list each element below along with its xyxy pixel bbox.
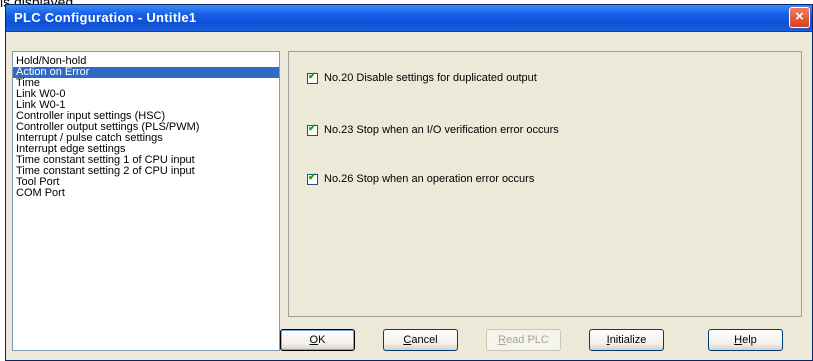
close-button[interactable]: × bbox=[789, 7, 810, 28]
read-plc-mnemonic: R bbox=[498, 334, 507, 346]
window-title: PLC Configuration - Untitle1 bbox=[14, 10, 197, 25]
checkmark-icon: ✔ bbox=[308, 171, 317, 183]
cancel-button[interactable]: Cancel bbox=[383, 329, 458, 351]
help-label-rest: elp bbox=[742, 334, 757, 346]
option-no20-label: No.20 Disable settings for duplicated ou… bbox=[324, 72, 537, 84]
cancel-label-rest: ancel bbox=[411, 334, 438, 346]
option-no20-checkbox[interactable]: ✔ No.20 Disable settings for duplicated … bbox=[307, 70, 537, 84]
checkbox-box[interactable]: ✔ bbox=[307, 70, 318, 84]
help-mnemonic: H bbox=[734, 334, 743, 346]
ok-button[interactable]: OK bbox=[280, 329, 355, 351]
initialize-button[interactable]: Initialize bbox=[589, 329, 664, 351]
close-icon: × bbox=[795, 8, 804, 25]
option-no23-checkbox[interactable]: ✔ No.23 Stop when an I/O verification er… bbox=[307, 122, 559, 136]
checkmark-icon: ✔ bbox=[308, 122, 317, 134]
settings-category-list[interactable]: Hold/Non-hold Action on Error Time Link W0-… bbox=[12, 51, 280, 351]
checkbox-box[interactable]: ✔ bbox=[307, 171, 318, 185]
option-no26-label: No.26 Stop when an operation error occur… bbox=[324, 173, 535, 185]
plc-configuration-dialog: PLC Configuration - Untitle1 × Hold/Non-… bbox=[5, 4, 813, 361]
ok-mnemonic: O bbox=[309, 334, 319, 346]
help-button[interactable]: Help bbox=[708, 329, 783, 351]
read-plc-label-rest: ead PLC bbox=[506, 334, 549, 346]
initialize-label-rest: nitialize bbox=[609, 334, 647, 346]
option-no23-label: No.23 Stop when an I/O verification erro… bbox=[324, 124, 559, 136]
title-bar[interactable]: PLC Configuration - Untitle1 × bbox=[6, 5, 812, 32]
option-no26-checkbox[interactable]: ✔ No.26 Stop when an operation error occ… bbox=[307, 171, 535, 185]
list-item[interactable]: Action on Error bbox=[13, 67, 279, 78]
read-plc-button[interactable]: Read PLC bbox=[486, 329, 561, 351]
list-item[interactable]: COM Port bbox=[13, 188, 279, 199]
checkbox-box[interactable]: ✔ bbox=[307, 122, 318, 136]
ok-label-rest: K bbox=[318, 334, 326, 346]
checkmark-icon: ✔ bbox=[308, 70, 317, 82]
settings-panel: ✔ No.20 Disable settings for duplicated … bbox=[288, 51, 802, 317]
